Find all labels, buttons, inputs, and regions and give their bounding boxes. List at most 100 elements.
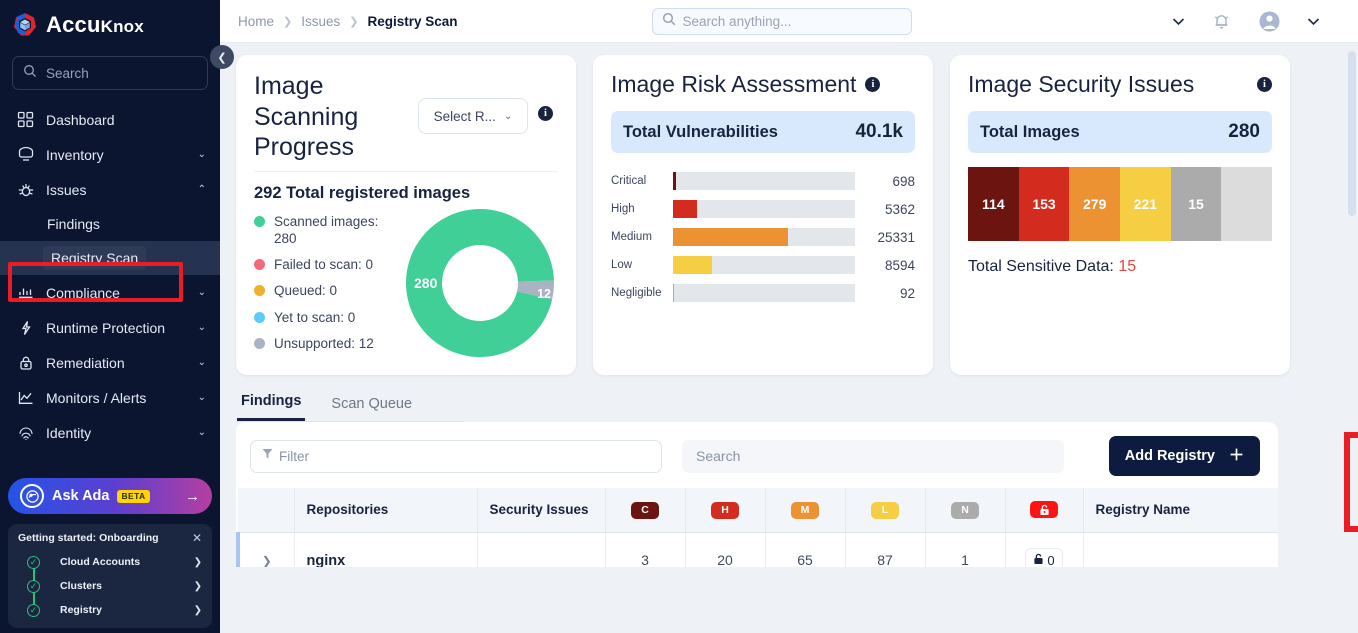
check-circle-icon: ✓ [27,555,40,569]
risk-category-label: Negligible [611,287,662,299]
severity-block-low[interactable]: 221 [1120,167,1171,241]
findings-tabs: Findings Scan Queue [236,393,1342,421]
column-repositories[interactable]: Repositories [294,488,478,533]
sidebar-item-inventory[interactable]: Inventory ⌄ [0,137,220,172]
card-image-security-issues: Image Security Issues i Total Images 280… [950,55,1290,375]
breadcrumb-item-home[interactable]: Home [238,14,274,29]
table-row[interactable]: ❯ nginx 3 20 65 87 1 0 [236,532,1278,568]
chevron-right-icon: ❯ [193,580,202,592]
sidebar-subitem-label: Findings [47,216,100,232]
findings-search-input[interactable]: Search [682,439,1064,473]
sidebar-item-remediation[interactable]: Remediation ⌄ [0,345,220,380]
severity-block-unscanned[interactable] [1221,167,1273,241]
add-registry-label: Add Registry [1124,448,1215,464]
sidebar-item-issues[interactable]: Issues ⌃ [0,172,220,207]
lock-icon [1033,553,1044,568]
breadcrumb-item-issues[interactable]: Issues [301,14,340,29]
column-high[interactable]: H [685,488,766,533]
card-title: Image Risk Assessment [611,71,857,97]
account-menu-chevron-down-icon[interactable] [1307,17,1320,26]
sidebar-item-runtime-protection[interactable]: Runtime Protection ⌄ [0,310,220,345]
column-security-issues[interactable]: Security Issues [477,488,606,533]
info-icon[interactable]: i [865,77,881,92]
severity-block-medium[interactable]: 279 [1069,167,1121,241]
total-images-label: Total Images [980,122,1080,141]
legend-color-swatch [254,337,265,349]
global-search[interactable] [651,7,912,35]
risk-row: Low 8594 [611,251,915,279]
page-content: Image Scanning Progress Select R... ⌄ i … [220,43,1358,567]
severity-block-critical[interactable]: 114 [968,167,1019,241]
findings-search-placeholder: Search [696,448,741,464]
sidebar-subitem-label: Registry Scan [43,246,147,270]
onboarding-step[interactable]: ✓ Cloud Accounts ❯ [18,550,202,574]
tab-scan-queue[interactable]: Scan Queue [327,396,416,421]
chevron-right-icon[interactable]: ❯ [262,554,272,567]
risk-bar-fill [673,256,713,274]
donut-slice-label-unsupported: 12 [537,286,551,301]
row-expander-cell[interactable]: ❯ [236,532,295,567]
page-scrollbar[interactable] [1346,43,1358,633]
legend-label: Unsupported: 12 [274,335,374,351]
sidebar-subitem-findings[interactable]: Findings [0,207,220,241]
ask-ada-button[interactable]: Ask Ada BETA → [8,478,212,514]
risk-bar-fill [673,200,698,218]
sidebar-item-dashboard[interactable]: Dashboard [0,102,220,137]
bar-chart-icon [16,283,35,302]
sidebar-search-input[interactable] [46,65,197,81]
column-registry-name[interactable]: Registry Name [1083,488,1278,533]
findings-panel: Filter Search Add Registry Repositories … [236,422,1278,567]
chevron-right-icon: ❯ [283,15,293,28]
legend-label: Failed to scan: 0 [274,257,374,273]
cell-high: 20 [685,532,766,567]
bell-icon[interactable] [1211,11,1232,32]
user-circle-icon[interactable] [1258,10,1281,33]
sidebar-search[interactable] [12,56,208,90]
card-image-scanning-progress: Image Scanning Progress Select R... ⌄ i … [236,55,576,375]
brand[interactable]: AccuKnox [0,0,220,50]
legend-item: Queued: 0 [254,282,404,299]
org-selector-chevron-down-icon[interactable] [1172,17,1185,26]
tab-findings[interactable]: Findings [237,393,306,421]
scanning-legend: Scanned images: 280 Failed to scan: 0 Qu… [254,213,404,362]
add-registry-button[interactable]: Add Registry [1108,436,1260,476]
column-medium[interactable]: M [765,488,846,533]
column-low[interactable]: L [845,488,926,533]
total-vulnerabilities-value: 40.1k [855,121,903,142]
select-registry-dropdown[interactable]: Select R... ⌄ [418,98,528,134]
sidebar-subitem-registry-scan[interactable]: Registry Scan [0,241,220,275]
risk-bar-track [673,228,855,246]
global-search-input[interactable] [682,13,902,29]
sidebar-item-label: Runtime Protection [46,319,166,336]
onboarding-title: Getting started: Onboarding [18,532,159,544]
sidebar-item-compliance[interactable]: Compliance ⌄ [0,275,220,310]
page-scrollbar-thumb[interactable] [1348,51,1356,216]
risk-bar-track [673,172,855,190]
filter-placeholder: Filter [279,448,309,464]
security-severity-blocks: 114 153 279 221 15 [968,167,1273,241]
total-sensitive-data: Total Sensitive Data: 15 [968,258,1272,276]
sidebar-item-monitors-alerts[interactable]: Monitors / Alerts ⌄ [0,380,220,415]
onboarding-step[interactable]: ✓ Registry ❯ [18,598,202,622]
unlock-icon [1030,501,1058,518]
filter-input[interactable]: Filter [250,439,662,473]
sidebar-collapse-button[interactable]: ❮ [210,45,234,69]
onboarding-step[interactable]: ✓ Clusters ❯ [18,574,202,598]
donut-slice-label-scanned: 280 [414,274,438,291]
chevron-down-icon: ⌄ [197,427,206,438]
column-negligible[interactable]: N [925,488,1006,533]
chevron-down-icon: ⌄ [503,110,513,122]
info-icon[interactable]: i [1257,77,1272,92]
sensitive-data-badge[interactable]: 0 [1025,547,1063,568]
findings-toolbar: Filter Search Add Registry [236,422,1278,476]
severity-block-high[interactable]: 153 [1018,167,1070,241]
risk-row: Critical 698 [611,167,915,195]
column-sensitive-data[interactable] [1005,488,1084,533]
sidebar-item-identity[interactable]: Identity ⌄ [0,415,220,450]
column-critical[interactable]: C [605,488,686,533]
severity-block-negligible[interactable]: 15 [1170,167,1222,241]
close-icon[interactable]: ✕ [192,531,202,545]
severity-chip-negligible: N [951,501,979,519]
risk-bar-track [673,284,855,302]
info-icon[interactable]: i [538,106,553,121]
